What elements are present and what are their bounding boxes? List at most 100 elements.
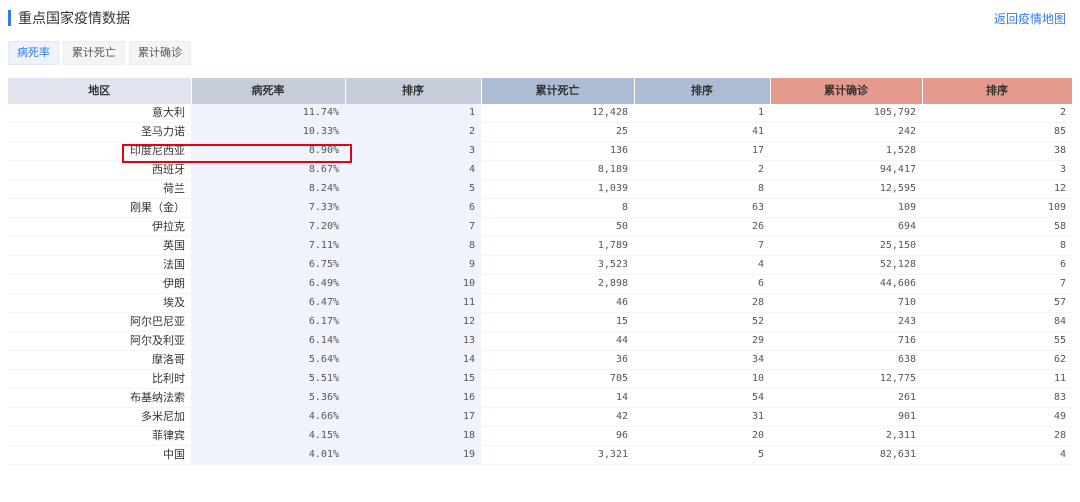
region-cell: 印度尼西亚 bbox=[8, 141, 191, 161]
table-row[interactable]: 阿尔巴尼亚 6.17% 12 15 52 243 84 bbox=[8, 312, 1072, 332]
total-deaths-rank-cell: 41 bbox=[634, 122, 770, 142]
total-deaths-rank-cell: 5 bbox=[634, 445, 770, 465]
total-confirmed-cell: 105,792 bbox=[770, 104, 922, 123]
death-rate-cell: 4.15% bbox=[191, 426, 345, 446]
total-confirmed-rank-cell: 83 bbox=[922, 388, 1072, 408]
table-row[interactable]: 布基纳法索 5.36% 16 14 54 261 83 bbox=[8, 388, 1072, 408]
death-rate-cell: 10.33% bbox=[191, 122, 345, 142]
total-confirmed-cell: 12,595 bbox=[770, 179, 922, 199]
total-deaths-rank-cell: 10 bbox=[634, 369, 770, 389]
region-cell: 阿尔及利亚 bbox=[8, 331, 191, 351]
total-confirmed-cell: 109 bbox=[770, 198, 922, 218]
table-row[interactable]: 法国 6.75% 9 3,523 4 52,128 6 bbox=[8, 255, 1072, 275]
table-row[interactable]: 比利时 5.51% 15 705 10 12,775 11 bbox=[8, 369, 1072, 389]
table-row[interactable]: 伊拉克 7.20% 7 50 26 694 58 bbox=[8, 217, 1072, 237]
total-deaths-rank-cell: 17 bbox=[634, 141, 770, 161]
total-confirmed-rank-cell: 62 bbox=[922, 350, 1072, 370]
region-cell: 西班牙 bbox=[8, 160, 191, 180]
death-rate-cell: 5.64% bbox=[191, 350, 345, 370]
total-deaths-rank-cell: 29 bbox=[634, 331, 770, 351]
total-deaths-rank-cell: 54 bbox=[634, 388, 770, 408]
table-row[interactable]: 英国 7.11% 8 1,789 7 25,150 8 bbox=[8, 236, 1072, 256]
death-rate-rank-cell: 6 bbox=[345, 198, 481, 218]
back-to-map-link[interactable]: 返回疫情地图 bbox=[994, 10, 1066, 27]
total-deaths-rank-cell: 1 bbox=[634, 104, 770, 123]
death-rate-cell: 8.90% bbox=[191, 141, 345, 161]
table-row[interactable]: 圣马力诺 10.33% 2 25 41 242 85 bbox=[8, 122, 1072, 142]
region-cell: 布基纳法索 bbox=[8, 388, 191, 408]
table-row[interactable]: 摩洛哥 5.64% 14 36 34 638 62 bbox=[8, 350, 1072, 370]
total-deaths-cell: 15 bbox=[481, 312, 634, 332]
total-deaths-cell: 46 bbox=[481, 293, 634, 313]
header-death-rate[interactable]: 病死率 bbox=[191, 78, 346, 104]
table-row[interactable]: 多米尼加 4.66% 17 42 31 901 49 bbox=[8, 407, 1072, 427]
region-cell: 比利时 bbox=[8, 369, 191, 389]
total-deaths-cell: 14 bbox=[481, 388, 634, 408]
table-row[interactable]: 印度尼西亚 8.90% 3 136 17 1,528 38 bbox=[8, 141, 1072, 161]
table-row[interactable]: 伊朗 6.49% 10 2,898 6 44,606 7 bbox=[8, 274, 1072, 294]
header-death-rate-rank[interactable]: 排序 bbox=[345, 78, 482, 104]
death-rate-rank-cell: 16 bbox=[345, 388, 481, 408]
header-total-confirmed[interactable]: 累计确诊 bbox=[770, 78, 923, 104]
tab-total-deaths[interactable]: 累计死亡 bbox=[63, 41, 125, 65]
tab-total-confirmed[interactable]: 累计确诊 bbox=[129, 41, 191, 65]
header-total-deaths-rank[interactable]: 排序 bbox=[634, 78, 771, 104]
header-total-deaths[interactable]: 累计死亡 bbox=[481, 78, 635, 104]
region-cell: 英国 bbox=[8, 236, 191, 256]
death-rate-cell: 7.20% bbox=[191, 217, 345, 237]
total-deaths-cell: 12,428 bbox=[481, 104, 634, 123]
total-confirmed-rank-cell: 8 bbox=[922, 236, 1072, 256]
total-confirmed-cell: 12,775 bbox=[770, 369, 922, 389]
total-deaths-rank-cell: 2 bbox=[634, 160, 770, 180]
death-rate-rank-cell: 18 bbox=[345, 426, 481, 446]
total-confirmed-rank-cell: 57 bbox=[922, 293, 1072, 313]
total-deaths-rank-cell: 26 bbox=[634, 217, 770, 237]
death-rate-cell: 6.17% bbox=[191, 312, 345, 332]
table-row[interactable]: 菲律宾 4.15% 18 96 20 2,311 28 bbox=[8, 426, 1072, 446]
total-confirmed-cell: 710 bbox=[770, 293, 922, 313]
region-cell: 刚果（金） bbox=[8, 198, 191, 218]
death-rate-cell: 5.51% bbox=[191, 369, 345, 389]
total-deaths-cell: 136 bbox=[481, 141, 634, 161]
total-confirmed-cell: 901 bbox=[770, 407, 922, 427]
header-region[interactable]: 地区 bbox=[8, 78, 192, 104]
death-rate-rank-cell: 8 bbox=[345, 236, 481, 256]
table-row[interactable]: 意大利 11.74% 1 12,428 1 105,792 2 bbox=[8, 104, 1072, 123]
total-deaths-rank-cell: 8 bbox=[634, 179, 770, 199]
table-row[interactable]: 荷兰 8.24% 5 1,039 8 12,595 12 bbox=[8, 179, 1072, 199]
death-rate-cell: 11.74% bbox=[191, 104, 345, 123]
total-confirmed-cell: 94,417 bbox=[770, 160, 922, 180]
total-confirmed-cell: 242 bbox=[770, 122, 922, 142]
death-rate-rank-cell: 11 bbox=[345, 293, 481, 313]
total-confirmed-cell: 82,631 bbox=[770, 445, 922, 465]
country-stats-table: 地区 病死率 排序 累计死亡 排序 累计确诊 排序 意大利 11.74% 1 12,4… bbox=[8, 78, 1072, 465]
total-confirmed-rank-cell: 11 bbox=[922, 369, 1072, 389]
total-confirmed-cell: 44,606 bbox=[770, 274, 922, 294]
death-rate-cell: 7.33% bbox=[191, 198, 345, 218]
data-table-container: 地区 病死率 排序 累计死亡 排序 累计确诊 排序 意大利 11.74% 1 12,4… bbox=[8, 78, 1072, 502]
death-rate-rank-cell: 13 bbox=[345, 331, 481, 351]
death-rate-rank-cell: 9 bbox=[345, 255, 481, 275]
total-deaths-cell: 42 bbox=[481, 407, 634, 427]
region-cell: 埃及 bbox=[8, 293, 191, 313]
death-rate-rank-cell: 12 bbox=[345, 312, 481, 332]
table-row[interactable]: 中国 4.01% 19 3,321 5 82,631 4 bbox=[8, 445, 1072, 465]
table-row[interactable]: 刚果（金） 7.33% 6 8 63 109 109 bbox=[8, 198, 1072, 218]
tab-death-rate[interactable]: 病死率 bbox=[8, 41, 59, 65]
total-deaths-rank-cell: 7 bbox=[634, 236, 770, 256]
total-confirmed-rank-cell: 58 bbox=[922, 217, 1072, 237]
total-deaths-cell: 8 bbox=[481, 198, 634, 218]
table-row[interactable]: 埃及 6.47% 11 46 28 710 57 bbox=[8, 293, 1072, 313]
total-confirmed-rank-cell: 84 bbox=[922, 312, 1072, 332]
death-rate-rank-cell: 2 bbox=[345, 122, 481, 142]
region-cell: 圣马力诺 bbox=[8, 122, 191, 142]
table-row[interactable]: 西班牙 8.67% 4 8,189 2 94,417 3 bbox=[8, 160, 1072, 180]
region-cell: 伊朗 bbox=[8, 274, 191, 294]
table-body: 意大利 11.74% 1 12,428 1 105,792 2 圣马力诺 10.33% 2 25 41… bbox=[8, 104, 1072, 465]
death-rate-cell: 5.36% bbox=[191, 388, 345, 408]
header-total-confirmed-rank[interactable]: 排序 bbox=[922, 78, 1072, 104]
total-confirmed-cell: 52,128 bbox=[770, 255, 922, 275]
table-row[interactable]: 阿尔及利亚 6.14% 13 44 29 716 55 bbox=[8, 331, 1072, 351]
total-confirmed-rank-cell: 85 bbox=[922, 122, 1072, 142]
total-deaths-rank-cell: 52 bbox=[634, 312, 770, 332]
